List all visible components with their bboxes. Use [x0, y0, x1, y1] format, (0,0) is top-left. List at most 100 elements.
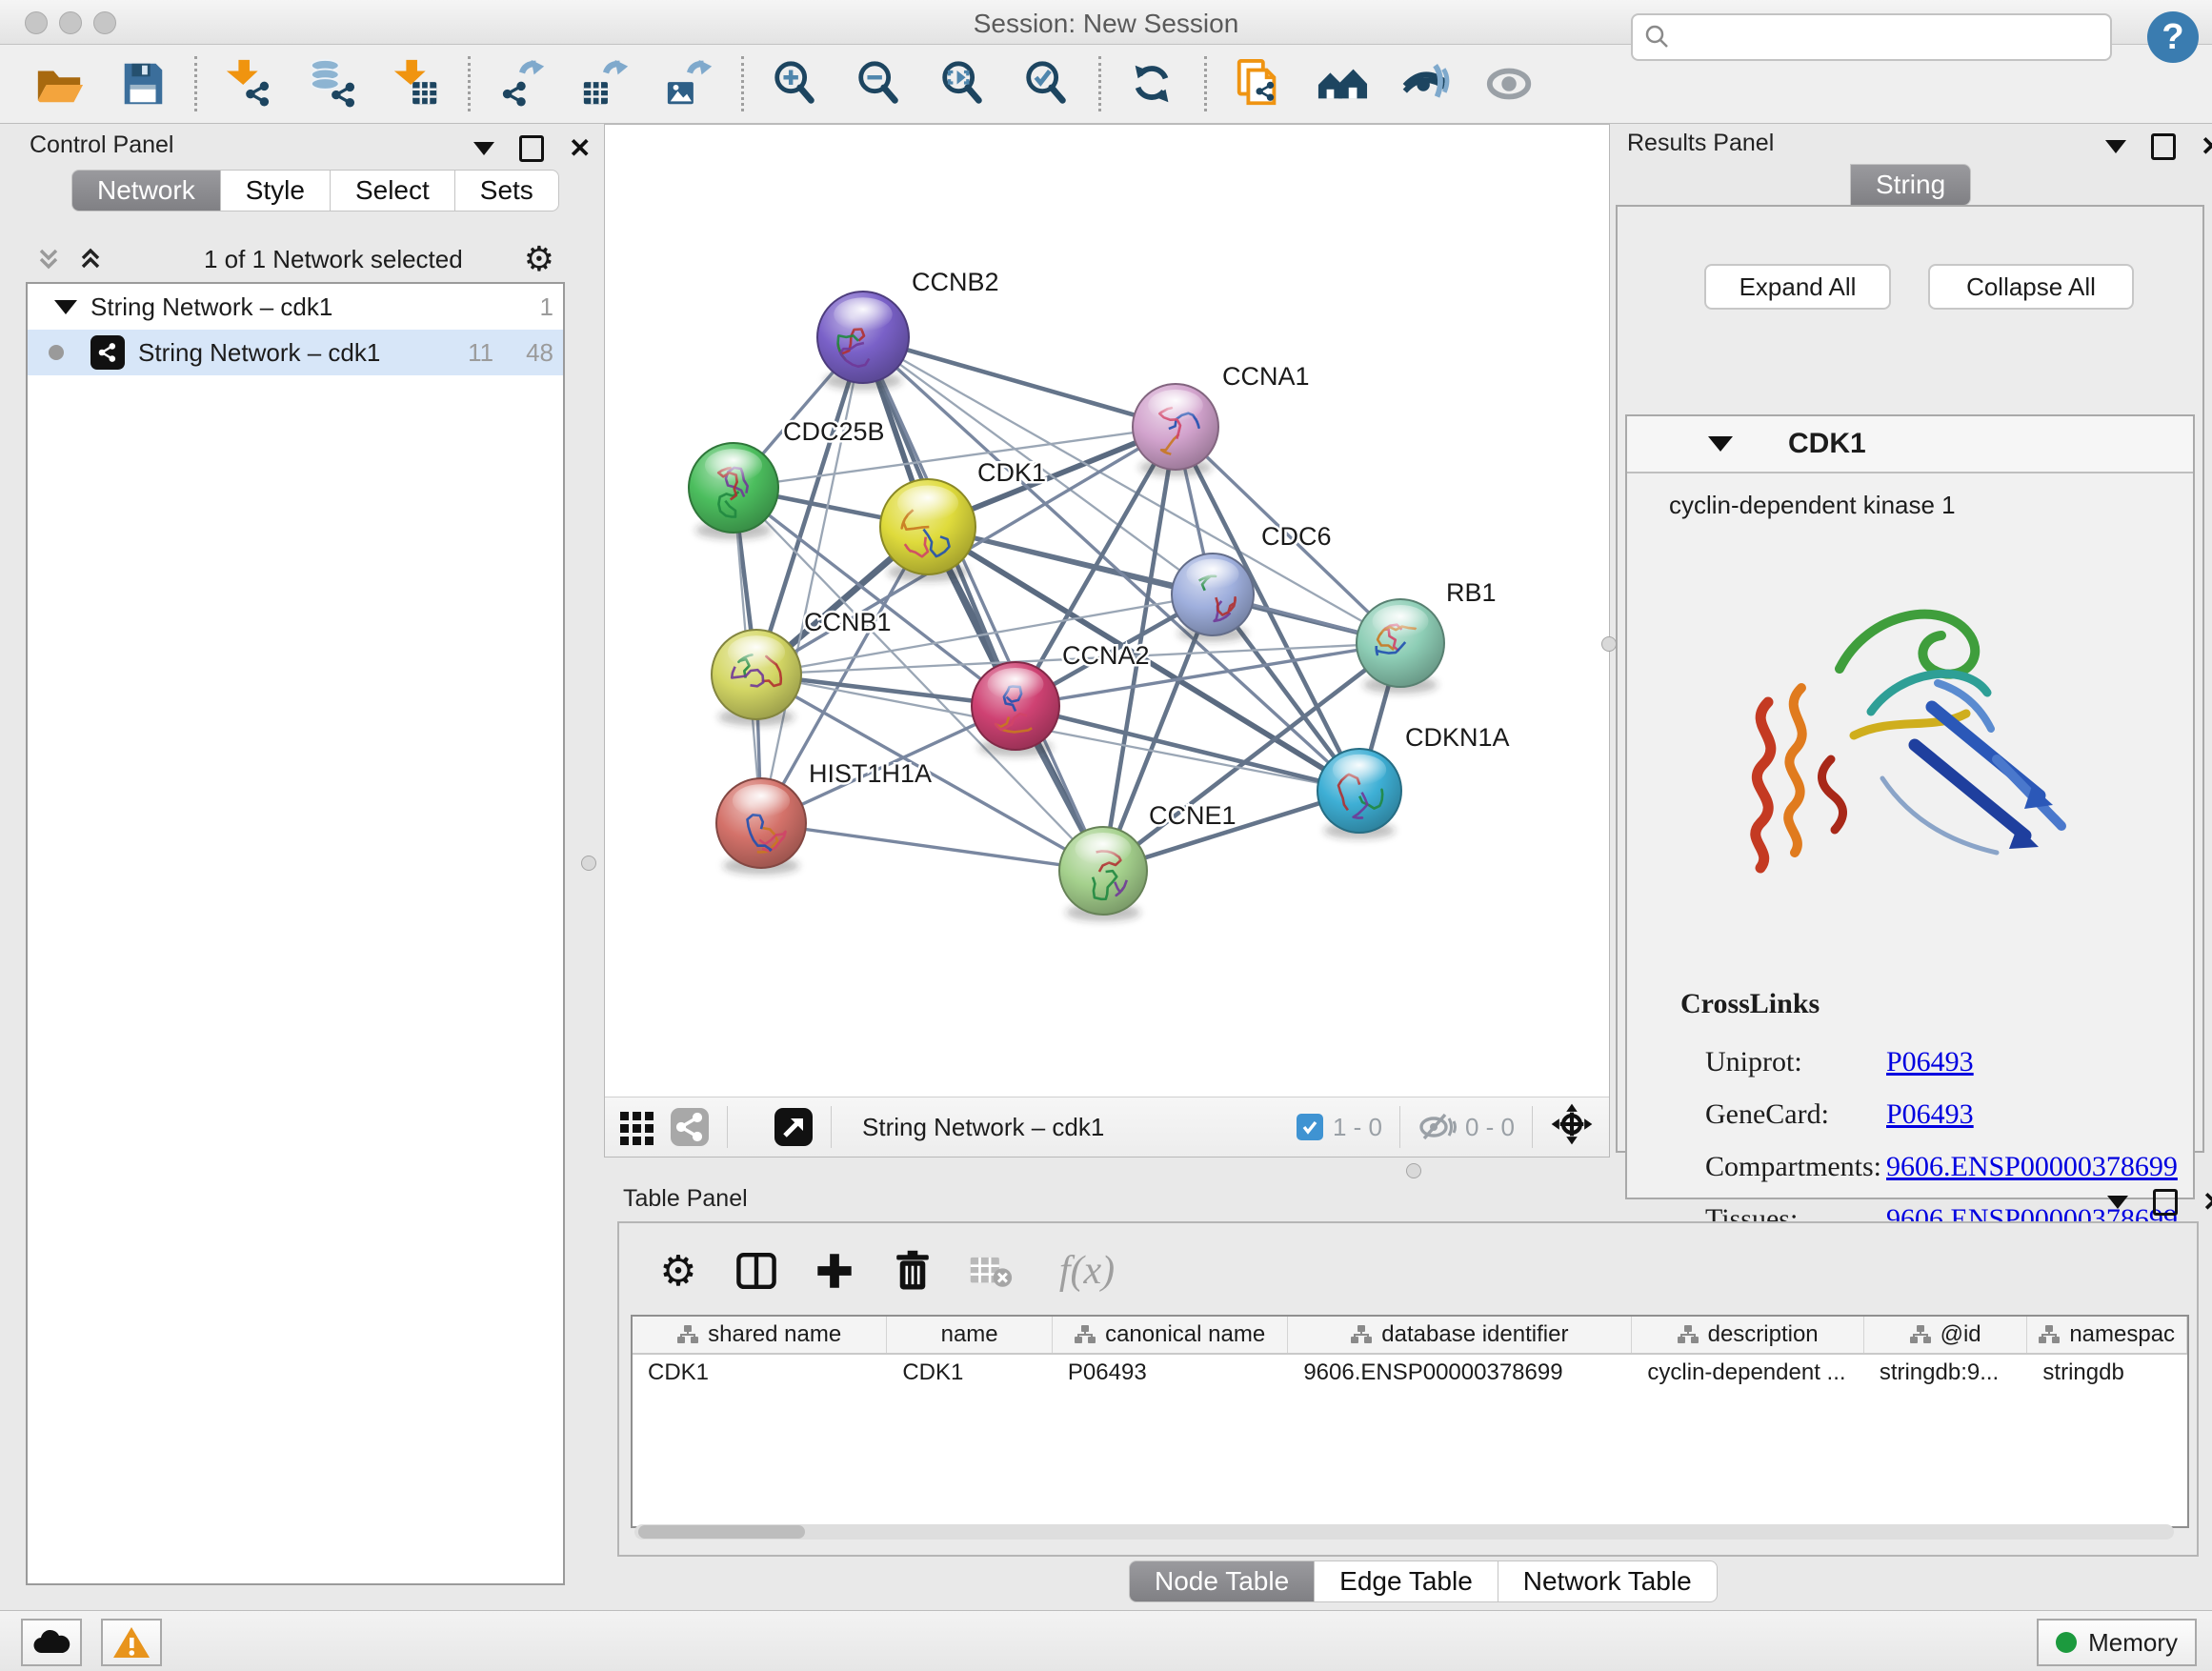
node-table[interactable]: shared namenamecanonical namedatabase id…	[631, 1315, 2189, 1528]
column-header-name[interactable]: name	[887, 1317, 1053, 1353]
tab-string[interactable]: String	[1850, 164, 1971, 206]
tab-style[interactable]: Style	[221, 170, 331, 211]
table-panel: Table Panel ✕ ⚙ f(x)	[604, 1181, 2212, 1608]
table-settings-gear-icon[interactable]: ⚙	[654, 1246, 703, 1296]
table-header-row[interactable]: shared namenamecanonical namedatabase id…	[633, 1317, 2187, 1355]
import-network-button[interactable]	[207, 51, 291, 116]
warning-icon	[112, 1625, 151, 1660]
expand-all-icon[interactable]	[76, 245, 105, 273]
save-session-button[interactable]	[101, 51, 185, 116]
attribute-tree-icon	[677, 1325, 698, 1344]
zoom-in-button[interactable]	[754, 51, 837, 116]
network-node-RB1[interactable]: RB1	[1357, 578, 1497, 694]
scrollbar-thumb[interactable]	[638, 1525, 805, 1539]
float-panel-icon[interactable]	[2153, 1189, 2178, 1216]
function-builder-icon: f(x)	[1044, 1246, 1130, 1296]
crosslink-link[interactable]: P06493	[1886, 1046, 1974, 1078]
collapse-all-button[interactable]: Collapse All	[1928, 264, 2134, 310]
panel-menu-icon[interactable]	[2107, 1196, 2128, 1209]
gene-header-row[interactable]: CDK1	[1627, 416, 2193, 473]
help-button[interactable]: ?	[2147, 11, 2199, 63]
float-panel-icon[interactable]	[519, 135, 544, 162]
column-header-description[interactable]: description	[1632, 1317, 1863, 1353]
share-view-icon[interactable]	[670, 1107, 710, 1147]
export-table-button[interactable]	[564, 51, 648, 116]
close-panel-icon[interactable]: ✕	[2201, 136, 2212, 157]
zoom-out-button[interactable]	[837, 51, 921, 116]
column-header-canonicalname[interactable]: canonical name	[1053, 1317, 1288, 1353]
network-node-CDKN1A[interactable]: CDKN1A	[1317, 723, 1510, 839]
string-results-container: Expand All Collapse All CDK1 cyclin-depe…	[1616, 205, 2204, 1153]
tab-node-table[interactable]: Node Table	[1129, 1560, 1315, 1602]
network-node-CCNE1[interactable]: CCNE1	[1059, 801, 1237, 921]
network-node-HIST1H1A[interactable]: HIST1H1A	[716, 759, 932, 875]
network-node-CCNA1[interactable]: CCNA1	[1133, 362, 1310, 476]
delete-column-trash-icon[interactable]	[888, 1246, 937, 1296]
clone-network-button[interactable]	[1217, 51, 1300, 116]
import-database-button[interactable]	[291, 51, 374, 116]
column-header-namespac[interactable]: namespac	[2027, 1317, 2187, 1353]
show-all-button[interactable]	[1468, 51, 1552, 116]
open-in-new-icon[interactable]	[774, 1107, 814, 1147]
show-columns-icon[interactable]	[732, 1246, 781, 1296]
network-row[interactable]: String Network – cdk1 11 48	[28, 330, 563, 375]
splitter-handle[interactable]	[1601, 636, 1617, 652]
close-panel-icon[interactable]: ✕	[2202, 1192, 2212, 1213]
arrow-down-network-icon	[223, 58, 274, 110]
search-input[interactable]	[1671, 23, 2084, 51]
network-collection-row[interactable]: String Network – cdk1 1	[28, 284, 563, 330]
add-column-icon[interactable]	[810, 1246, 859, 1296]
network-edge[interactable]	[761, 823, 1103, 871]
import-table-button[interactable]	[374, 51, 458, 116]
home-button[interactable]	[1300, 51, 1384, 116]
crosslink-link[interactable]: P06493	[1886, 1098, 1974, 1131]
collapse-gene-icon[interactable]	[1708, 436, 1733, 452]
network-view[interactable]: CCNB2CCNA1CDC25BCDK1CDC6RB1CCNB1CCNA2CDK…	[604, 124, 1610, 1158]
fit-selected-icon[interactable]	[1550, 1102, 1594, 1153]
zoom-selected-button[interactable]	[1005, 51, 1089, 116]
splitter-handle[interactable]	[581, 856, 596, 871]
table-cell: stringdb	[2027, 1355, 2187, 1391]
export-image-button[interactable]	[648, 51, 732, 116]
zoom-fit-button[interactable]	[921, 51, 1005, 116]
protein-structure-image	[1711, 540, 2111, 959]
hide-selected-button[interactable]	[1384, 51, 1468, 116]
column-header-sharedname[interactable]: shared name	[633, 1317, 887, 1353]
warnings-button[interactable]	[101, 1619, 162, 1666]
tab-edge-table[interactable]: Edge Table	[1315, 1560, 1498, 1602]
crosslink-link[interactable]: 9606.ENSP00000378699	[1886, 1151, 2178, 1183]
network-node-CCNB1[interactable]: CCNB1	[712, 608, 892, 726]
tab-network[interactable]: Network	[71, 170, 221, 211]
tab-network-table[interactable]: Network Table	[1498, 1560, 1718, 1602]
close-panel-icon[interactable]: ✕	[569, 138, 591, 159]
panel-menu-icon[interactable]	[473, 142, 494, 155]
panel-menu-icon[interactable]	[2105, 140, 2126, 153]
table-row[interactable]: CDK1CDK1P064939606.ENSP00000378699cyclin…	[633, 1355, 2187, 1391]
network-edge[interactable]	[863, 337, 1103, 871]
collapse-all-icon[interactable]	[34, 245, 63, 273]
refresh-button[interactable]	[1111, 51, 1195, 116]
network-edge[interactable]	[761, 337, 863, 823]
horizontal-scrollbar[interactable]	[634, 1524, 2174, 1540]
tab-sets[interactable]: Sets	[455, 170, 559, 211]
column-header-databaseidentifier[interactable]: database identifier	[1288, 1317, 1632, 1353]
cloud-button[interactable]	[21, 1619, 82, 1666]
grid-view-icon[interactable]	[618, 1108, 656, 1146]
float-panel-icon[interactable]	[2151, 133, 2176, 160]
arrow-down-table-icon	[391, 58, 442, 110]
disclosure-triangle-icon[interactable]	[54, 300, 77, 314]
export-network-button[interactable]	[480, 51, 564, 116]
gear-icon[interactable]: ⚙	[524, 239, 554, 279]
memory-button[interactable]: Memory	[2037, 1619, 2197, 1666]
expand-all-button[interactable]: Expand All	[1704, 264, 1891, 310]
splitter-handle[interactable]	[1406, 1163, 1421, 1178]
open-session-button[interactable]	[17, 51, 101, 116]
tab-select[interactable]: Select	[331, 170, 455, 211]
network-canvas[interactable]: CCNB2CCNA1CDC25BCDK1CDC6RB1CCNB1CCNA2CDK…	[605, 125, 1609, 1097]
network-node-CDC6[interactable]: CDC6	[1172, 522, 1332, 641]
column-header-id[interactable]: @id	[1864, 1317, 2028, 1353]
network-node-CDC25B[interactable]: CDC25B	[689, 417, 885, 539]
network-view-title: String Network – cdk1	[862, 1113, 1104, 1142]
selected-checkbox-icon[interactable]	[1297, 1114, 1323, 1140]
search-box[interactable]	[1631, 13, 2112, 61]
